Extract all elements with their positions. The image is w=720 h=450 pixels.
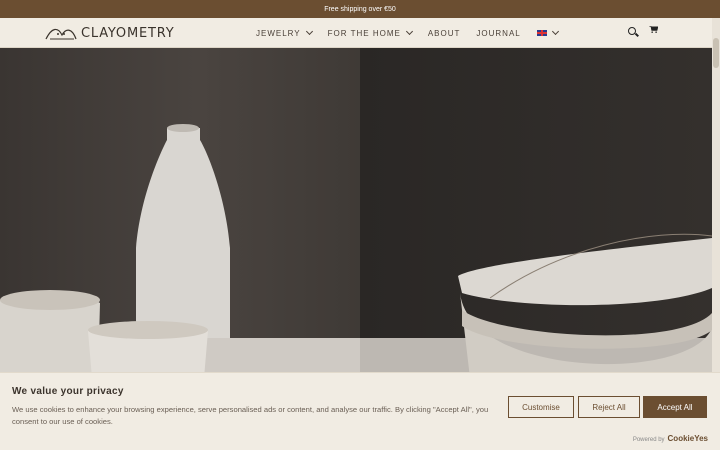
site-header: CLAYOMETRY JEWELRY FOR THE HOME ABOUT JO…: [0, 18, 712, 48]
cookie-description: We use cookies to enhance your browsing …: [12, 405, 489, 426]
nav-item-jewelry[interactable]: JEWELRY: [256, 27, 313, 38]
main-nav: JEWELRY FOR THE HOME ABOUT JOURNAL: [256, 18, 574, 48]
powered-by[interactable]: Powered by CookieYes: [633, 434, 708, 443]
nav-item-journal[interactable]: JOURNAL: [476, 29, 520, 38]
search-icon[interactable]: [628, 27, 636, 35]
nav-item-for-the-home[interactable]: FOR THE HOME: [327, 27, 413, 38]
ceramics-illustration: [0, 124, 712, 378]
reject-all-button[interactable]: Reject All: [578, 396, 640, 418]
nav-item-about[interactable]: ABOUT: [428, 29, 461, 38]
customise-button[interactable]: Customise: [508, 396, 574, 418]
powered-by-label: Powered by: [632, 437, 665, 443]
uk-flag-icon: [536, 30, 547, 36]
brand-name: CLAYOMETRY: [81, 25, 175, 41]
cookie-title: We value your privacy: [12, 386, 124, 397]
announcement-text: Free shipping over €50: [324, 5, 396, 13]
nav-label: FOR THE HOME: [327, 28, 401, 38]
logo-mark-icon: [45, 28, 77, 40]
chevron-down-icon: [405, 27, 413, 36]
cart-icon[interactable]: [649, 26, 658, 33]
language-selector[interactable]: [536, 27, 559, 36]
chevron-down-icon: [551, 27, 559, 36]
nav-label: JOURNAL: [476, 28, 521, 38]
cookie-consent-banner: We value your privacy We use cookies to …: [0, 372, 720, 450]
hero-image: [0, 48, 712, 378]
announcement-bar: Free shipping over €50: [0, 0, 720, 18]
scrollbar-thumb[interactable]: [713, 38, 719, 68]
chevron-down-icon: [305, 27, 313, 36]
logo[interactable]: CLAYOMETRY: [44, 23, 174, 43]
nav-label: JEWELRY: [256, 28, 301, 38]
cookieyes-logo: CookieYes: [667, 434, 708, 443]
accept-all-button[interactable]: Accept All: [643, 396, 707, 418]
nav-label: ABOUT: [427, 28, 461, 38]
